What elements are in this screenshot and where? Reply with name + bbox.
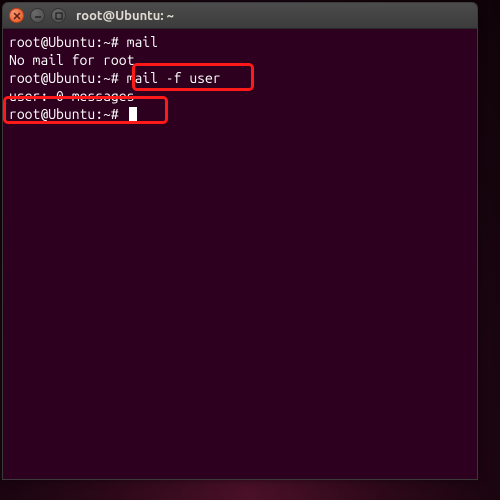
- close-button[interactable]: [9, 8, 24, 23]
- minimize-button[interactable]: [30, 8, 45, 23]
- terminal-body[interactable]: root@Ubuntu:~# mail No mail for root roo…: [3, 29, 477, 479]
- window-title: root@Ubuntu: ~: [76, 9, 174, 23]
- terminal-line: root@Ubuntu:~# mail: [9, 33, 471, 51]
- terminal-line: user: 0 messages: [9, 87, 471, 105]
- terminal-window: root@Ubuntu: ~ root@Ubuntu:~# mail No ma…: [2, 2, 478, 480]
- terminal-prompt-line: root@Ubuntu:~#: [9, 105, 471, 123]
- titlebar: root@Ubuntu: ~: [3, 3, 477, 29]
- window-controls: [9, 8, 66, 23]
- terminal-prompt: root@Ubuntu:~#: [9, 106, 127, 122]
- cursor-icon: [129, 107, 137, 122]
- terminal-line: root@Ubuntu:~# mail -f user: [9, 69, 471, 87]
- maximize-button[interactable]: [51, 8, 66, 23]
- terminal-line: No mail for root: [9, 51, 471, 69]
